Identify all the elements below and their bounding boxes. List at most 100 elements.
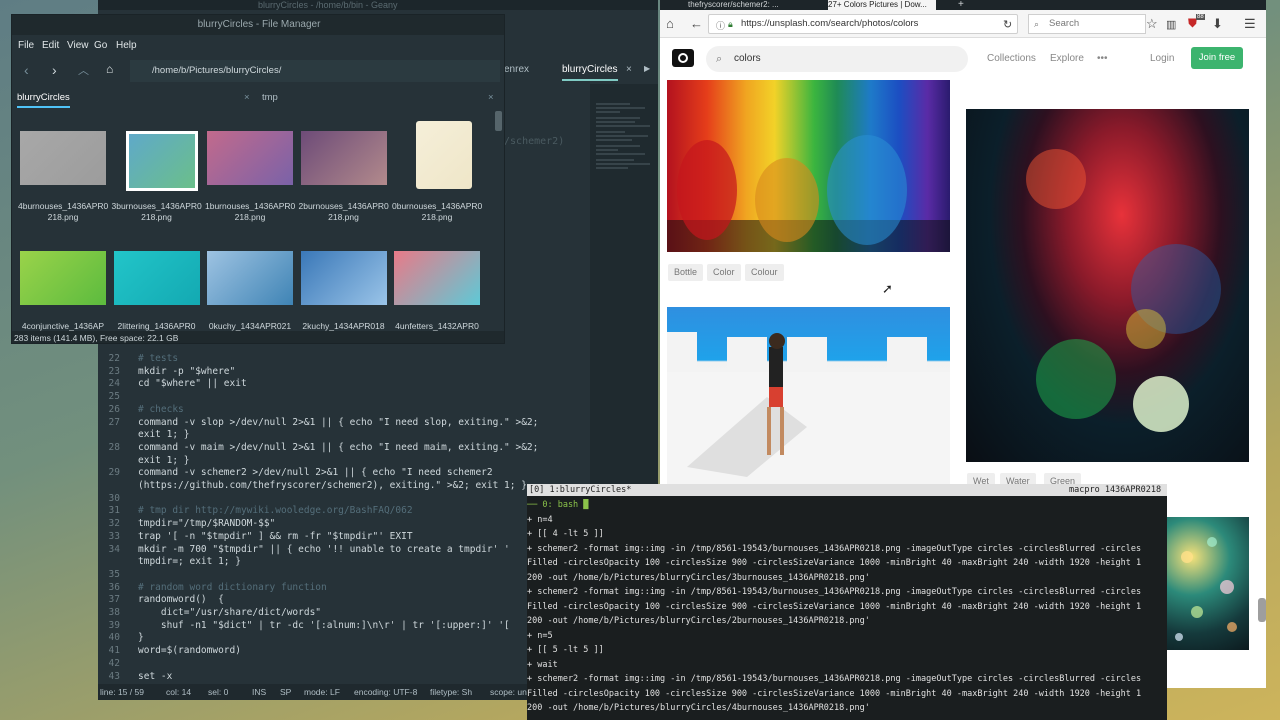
terminal-line: + schemer2 -format img::img -in /tmp/856… bbox=[527, 674, 1142, 684]
file-item[interactable]: 0burnouses_1436APR0 218.png bbox=[392, 121, 482, 239]
code-text: randomword() { bbox=[138, 594, 224, 606]
tab-enrex[interactable]: enrex bbox=[504, 64, 529, 75]
file-item[interactable]: 1burnouses_1436APR0 218.png bbox=[205, 129, 295, 239]
file-item[interactable]: 2burnouses_1436APR0 218.png bbox=[299, 129, 389, 239]
code-line: 25 bbox=[98, 390, 568, 403]
editor-tabbar: enrex blurryCircles × ▶ bbox=[498, 60, 658, 82]
file-item[interactable]: 4burnouses_1436APR0 218.png bbox=[18, 129, 108, 239]
reload-icon[interactable]: ↻ bbox=[1003, 18, 1012, 31]
file-item[interactable]: 4unfetters_1432APR0 bbox=[392, 249, 482, 343]
fm-tab-tmp[interactable]: tmp bbox=[262, 92, 278, 103]
image-thumbnail bbox=[416, 121, 472, 189]
file-item[interactable]: 0kuchy_1434APR021 bbox=[205, 249, 295, 343]
photo-rain-window-lights[interactable] bbox=[966, 109, 1249, 462]
tag-colour[interactable]: Colour bbox=[745, 264, 784, 281]
more-icon[interactable]: ••• bbox=[1097, 53, 1108, 64]
code-text: command -v schemer2 >/dev/null 2>&1 || {… bbox=[138, 467, 493, 479]
fm-titlebar[interactable]: blurryCircles - File Manager bbox=[12, 15, 504, 35]
fm-scrollbar[interactable] bbox=[495, 111, 502, 131]
terminal-line: Filled -circlesOpacity 100 -circlesSize … bbox=[527, 558, 1142, 568]
home-icon[interactable]: ⌂ bbox=[106, 62, 113, 76]
photo-boy-white-wall[interactable] bbox=[667, 307, 950, 484]
line-number: 39 bbox=[108, 619, 120, 631]
forward-icon[interactable]: › bbox=[52, 62, 57, 78]
hamburger-menu-icon[interactable]: ☰ bbox=[1244, 16, 1256, 32]
home-icon[interactable]: ⌂ bbox=[666, 16, 674, 31]
editor-minimap[interactable] bbox=[590, 84, 658, 524]
browser-search-input[interactable]: Search bbox=[1028, 14, 1146, 34]
file-name: 4burnouses_1436APR0 bbox=[18, 201, 109, 211]
back-icon[interactable]: ‹ bbox=[24, 62, 29, 78]
tab-blurrycircles[interactable]: blurryCircles bbox=[562, 64, 618, 81]
file-manager-window: blurryCircles - File Manager File Edit V… bbox=[11, 14, 505, 344]
code-line: exit 1; } bbox=[98, 428, 568, 441]
tag-color[interactable]: Color bbox=[707, 264, 741, 281]
code-line: 22 # tests bbox=[98, 352, 568, 365]
unsplash-header: colors ⌕ Collections Explore ••• Login J… bbox=[660, 38, 1266, 80]
code-text: command -v maim >/dev/null 2>&1 || { ech… bbox=[138, 441, 539, 453]
terminal-window[interactable]: [0] 1:blurryCircles* macpro 1436APR0218 … bbox=[527, 484, 1167, 720]
code-text: set -x bbox=[138, 670, 173, 682]
file-name-ext: 218.png bbox=[234, 212, 266, 222]
code-text: shuf -n1 "$dict" | tr -dc '[:alnum:]\n\r… bbox=[138, 619, 510, 631]
file-name: 2burnouses_1436APR0 bbox=[298, 201, 389, 211]
minimap-lines-icon bbox=[596, 103, 650, 169]
terminal-line: + wait bbox=[527, 659, 558, 670]
file-item[interactable]: 2littering_1436APR0 bbox=[112, 249, 202, 343]
close-tab-icon[interactable]: × bbox=[488, 92, 494, 103]
browser-tab-schemer2[interactable]: thefryscorer/schemer2: ... bbox=[688, 0, 808, 10]
nav-explore[interactable]: Explore bbox=[1050, 53, 1084, 64]
close-tab-icon[interactable]: × bbox=[626, 64, 632, 75]
terminal-line: + n=5 bbox=[527, 630, 553, 641]
file-item[interactable]: 2kuchy_1434APR018 bbox=[299, 249, 389, 343]
status-encoding: encoding: UTF-8 bbox=[354, 687, 418, 697]
fm-tab-blurrycircles[interactable]: blurryCircles bbox=[17, 92, 70, 108]
file-item[interactable]: 4conjunctive_1436AP bbox=[18, 249, 108, 343]
line-number: 33 bbox=[108, 530, 120, 542]
menu-help[interactable]: Help bbox=[116, 40, 137, 51]
download-icon[interactable]: ⬇ bbox=[1212, 16, 1223, 32]
tag-bottle[interactable]: Bottle bbox=[668, 264, 704, 281]
status-filetype: filetype: Sh bbox=[430, 687, 473, 697]
code-line: 34 mkdir -m 700 "$tmpdir" || { echo '!! u… bbox=[98, 543, 568, 556]
photo-colored-bottles[interactable] bbox=[667, 80, 950, 252]
line-number: 43 bbox=[108, 670, 120, 682]
bookmark-star-icon[interactable]: ☆ bbox=[1146, 16, 1158, 32]
nav-login[interactable]: Login bbox=[1150, 53, 1174, 64]
code-line: (https://github.com/thefryscorer/schemer… bbox=[98, 479, 568, 492]
code-line: 31 # tmp dir http://mywiki.wooledge.org/B… bbox=[98, 504, 568, 517]
camera-logo-icon[interactable] bbox=[672, 49, 694, 67]
location-bar[interactable]: /home/b/Pictures/blurryCircles/ bbox=[130, 60, 500, 82]
line-number: 35 bbox=[108, 568, 120, 580]
close-tab-icon[interactable]: × bbox=[244, 92, 250, 103]
join-free-button[interactable]: Join free bbox=[1191, 47, 1243, 69]
status-ins: INS bbox=[252, 687, 267, 697]
menu-go[interactable]: Go bbox=[94, 40, 107, 51]
back-icon[interactable]: ← bbox=[690, 16, 703, 31]
photo-bokeh-lights[interactable] bbox=[1167, 517, 1249, 650]
file-name: 3burnouses_1436APR0 bbox=[111, 201, 202, 211]
line-number: 37 bbox=[108, 594, 120, 606]
nav-collections[interactable]: Collections bbox=[987, 53, 1036, 64]
status-sel: sel: 0 bbox=[208, 687, 229, 697]
line-number: 23 bbox=[108, 365, 120, 377]
up-icon[interactable]: ︿ bbox=[78, 62, 89, 78]
status-col: col: 14 bbox=[166, 687, 192, 697]
browser-scrollbar[interactable] bbox=[1258, 598, 1266, 622]
code-text: cd "$where" || exit bbox=[138, 378, 247, 390]
menu-file[interactable]: File bbox=[18, 40, 34, 51]
file-item[interactable]: 3burnouses_1436APR0 218.png bbox=[112, 129, 202, 239]
code-line: 26 # checks bbox=[98, 403, 568, 416]
url-bar[interactable]: https://unsplash.com/search/photos/color… bbox=[708, 14, 1018, 34]
browser-tab-unsplash[interactable]: 27+ Colors Pictures | Dow... bbox=[828, 0, 936, 10]
image-thumbnail bbox=[20, 131, 106, 185]
info-icon[interactable]: ⓘ bbox=[716, 19, 725, 32]
new-tab-icon[interactable]: + bbox=[958, 0, 968, 10]
unsplash-search-input[interactable]: colors bbox=[706, 46, 968, 72]
ublock-badge: 88 bbox=[1196, 14, 1205, 20]
menu-view[interactable]: View bbox=[67, 40, 89, 51]
library-icon[interactable]: ▥ bbox=[1166, 18, 1176, 31]
code-line: 27 command -v slop >/dev/null 2>&1 || { e… bbox=[98, 416, 568, 429]
menu-edit[interactable]: Edit bbox=[42, 40, 59, 51]
tab-scroll-icon[interactable]: ▶ bbox=[644, 64, 650, 73]
